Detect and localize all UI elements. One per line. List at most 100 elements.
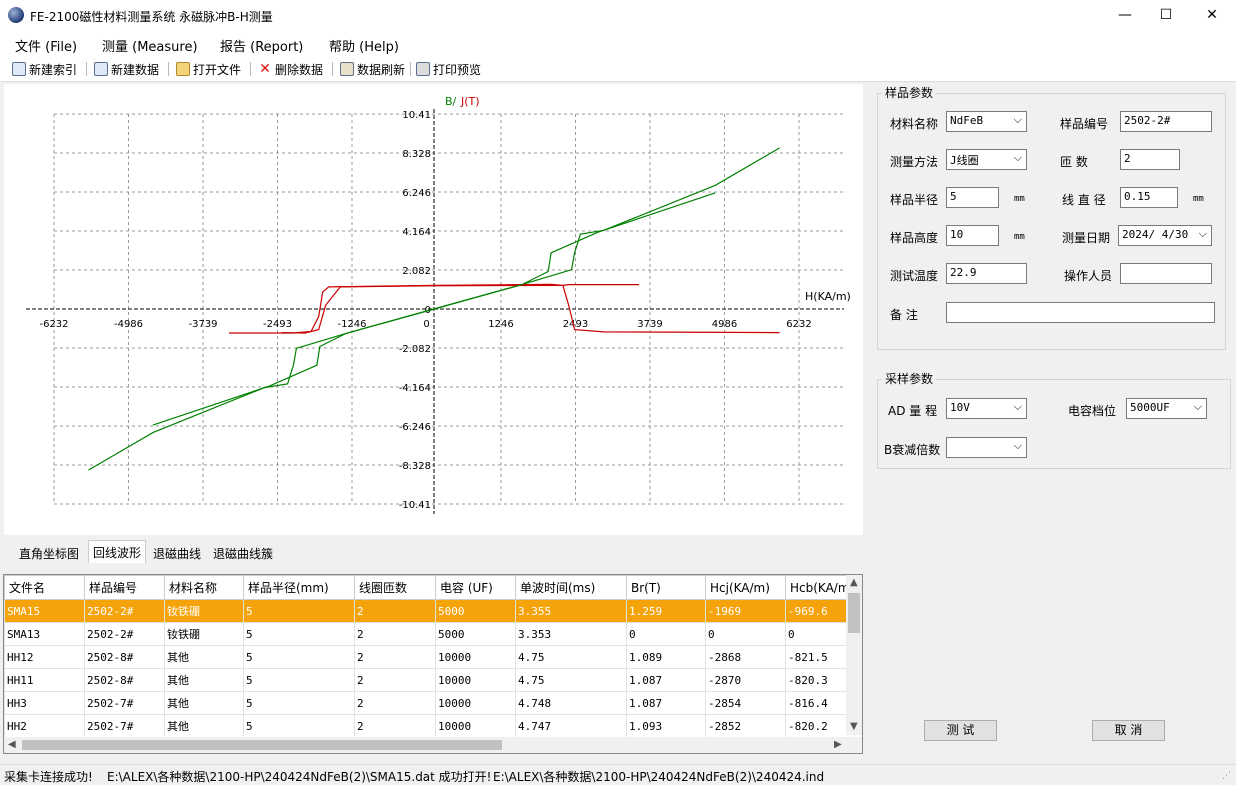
bh-loop-chart: -6232 -4986 -3739 -2493 -1246 0 1246 2493 3739 49… <box>4 84 863 535</box>
column-header[interactable]: 材料名称 <box>164 575 244 600</box>
table-row[interactable]: HH2 2502-7# 其他 5 2 10000 4.747 1.093 -2852 -820.2 <box>4 714 856 738</box>
turns-label: 匝 数 <box>1060 155 1088 169</box>
column-header[interactable]: Br(T) <box>626 575 706 600</box>
table-cell: 钕铁硼 <box>164 599 244 623</box>
menu-report[interactable]: 报告 (Report) <box>220 36 303 55</box>
scroll-up-icon[interactable]: ▲ <box>850 577 858 588</box>
status-bar: 采集卡连接成功! E:\ALEX\各种数据\2100-HP\240424NdFe… <box>0 764 1236 785</box>
refresh-data-button[interactable]: 数据刷新 <box>340 60 405 78</box>
method-select[interactable]: J线圈 ⌵ <box>946 149 1027 170</box>
measurement-table: 文件名 样品编号 材料名称 样品半径(mm) 线圈匝数 电容 (UF) 单波时间(ms) Br… <box>3 574 863 754</box>
column-header[interactable]: 电容 (UF) <box>435 575 516 600</box>
menu-measure[interactable]: 测量 (Measure) <box>102 36 198 55</box>
tab-cartesian[interactable]: 直角坐标图 <box>14 541 84 563</box>
tab-demag-curve[interactable]: 退磁曲线 <box>148 541 206 563</box>
remark-input[interactable] <box>946 302 1215 323</box>
vertical-scroll-thumb[interactable] <box>848 593 860 633</box>
test-button[interactable]: 测 试 <box>924 720 997 741</box>
table-row[interactable]: HH11 2502-8# 其他 5 2 10000 4.75 1.087 -2870 -820.3 <box>4 668 856 692</box>
table-cell: -2852 <box>705 714 786 738</box>
column-header[interactable]: 文件名 <box>4 575 85 600</box>
table-cell: HH12 <box>4 645 85 669</box>
height-input[interactable]: 10 <box>946 225 999 246</box>
column-header[interactable]: 样品编号 <box>84 575 165 600</box>
turns-input[interactable]: 2 <box>1120 149 1180 170</box>
table-cell: 10000 <box>435 668 516 692</box>
horizontal-scrollbar[interactable]: ◀ ▶ <box>4 737 862 753</box>
ad-range-select[interactable]: 10V ⌵ <box>946 398 1027 419</box>
x-tick-label: -6232 <box>39 319 68 330</box>
sample-no-input[interactable]: 2502-2# <box>1120 111 1212 132</box>
height-unit: mm <box>1014 232 1025 242</box>
radius-input[interactable]: 5 <box>946 187 999 208</box>
new-data-icon <box>94 62 108 76</box>
scroll-right-icon[interactable]: ▶ <box>834 739 842 750</box>
open-file-button[interactable]: 打开文件 <box>176 60 241 78</box>
table-cell: -2854 <box>705 691 786 715</box>
chevron-down-icon: ⌵ <box>1013 151 1022 164</box>
radius-unit: mm <box>1014 194 1025 204</box>
close-button[interactable]: ✕ <box>1189 0 1235 30</box>
delete-x-icon: ✕ <box>259 61 271 77</box>
horizontal-scroll-thumb[interactable] <box>22 740 502 750</box>
table-cell: 其他 <box>164 645 244 669</box>
table-cell: 10000 <box>435 691 516 715</box>
scroll-down-icon[interactable]: ▼ <box>850 721 858 732</box>
column-header[interactable]: 单波时间(ms) <box>515 575 627 600</box>
material-select[interactable]: NdFeB ⌵ <box>946 111 1027 132</box>
y-tick-label: 2.082 <box>402 266 431 277</box>
capacitor-select[interactable]: 5000UF ⌵ <box>1126 398 1207 419</box>
tab-demag-curve-family[interactable]: 退磁曲线簇 <box>208 541 278 563</box>
column-header[interactable]: Hcj(KA/m) <box>705 575 786 600</box>
print-preview-button[interactable]: 打印预览 <box>416 60 481 78</box>
sample-params-title: 样品参数 <box>882 84 937 101</box>
delete-data-button[interactable]: ✕ 删除数据 <box>258 60 323 78</box>
table-row[interactable]: SMA13 2502-2# 钕铁硼 5 2 5000 3.353 0 0 0 <box>4 622 856 646</box>
table-row[interactable]: HH3 2502-7# 其他 5 2 10000 4.748 1.087 -2854 -816.4 <box>4 691 856 715</box>
table-cell: SMA15 <box>4 599 85 623</box>
maximize-button[interactable]: ☐ <box>1143 0 1189 30</box>
resize-grip-icon[interactable]: ⋰ <box>1222 771 1231 781</box>
app-logo-icon <box>8 7 24 23</box>
table-cell: 4.747 <box>515 714 627 738</box>
menu-help[interactable]: 帮助 (Help) <box>329 36 399 55</box>
table-cell: 2502-8# <box>84 645 165 669</box>
y-tick-label: -2.082 <box>399 344 431 355</box>
data-table: 文件名 样品编号 材料名称 样品半径(mm) 线圈匝数 电容 (UF) 单波时间(ms) Br… <box>4 575 856 738</box>
table-cell: -1969 <box>705 599 786 623</box>
table-row[interactable]: SMA15 2502-2# 钕铁硼 5 2 5000 3.355 1.259 -1969 -969… <box>4 599 856 623</box>
table-cell: 5 <box>243 622 355 646</box>
new-data-label: 新建数据 <box>111 62 160 77</box>
wire-diameter-input[interactable]: 0.15 <box>1120 187 1178 208</box>
cancel-button[interactable]: 取 消 <box>1092 720 1165 741</box>
scroll-left-icon[interactable]: ◀ <box>8 739 16 750</box>
table-cell: 4.75 <box>515 645 627 669</box>
vertical-scrollbar[interactable]: ▲ ▼ <box>846 575 862 735</box>
toolbar: 新建索引 新建数据 打开文件 ✕ 删除数据 数据刷新 打印预览 <box>0 56 1236 82</box>
x-tick-label: 4986 <box>712 319 737 330</box>
new-index-button[interactable]: 新建索引 <box>12 60 77 78</box>
table-cell: 5 <box>243 645 355 669</box>
date-picker[interactable]: 2024/ 4/30 ⌵ <box>1118 225 1212 246</box>
menu-file[interactable]: 文件 (File) <box>15 36 77 55</box>
y-tick-label: -10.41 <box>399 500 431 511</box>
tab-hysteresis-loop[interactable]: 回线波形 <box>88 540 147 563</box>
column-header[interactable]: 线圈匝数 <box>354 575 436 600</box>
open-file-label: 打开文件 <box>193 62 242 77</box>
chevron-down-icon: ⌵ <box>1193 400 1202 413</box>
operator-input[interactable] <box>1120 263 1212 284</box>
column-header[interactable]: 样品半径(mm) <box>243 575 355 600</box>
column-header[interactable]: Hcb(KA/m) <box>784 575 856 600</box>
table-cell: 1.087 <box>626 668 706 692</box>
table-cell: 5 <box>243 714 355 738</box>
b-attenuation-select[interactable]: ⌵ <box>946 437 1027 458</box>
table-row[interactable]: HH12 2502-8# 其他 5 2 10000 4.75 1.089 -2868 -821.5 <box>4 645 856 669</box>
table-cell: HH3 <box>4 691 85 715</box>
minimize-button[interactable]: — <box>1102 0 1148 30</box>
y-tick-label: 4.164 <box>402 227 431 238</box>
new-data-button[interactable]: 新建数据 <box>94 60 159 78</box>
remark-label: 备 注 <box>890 308 918 322</box>
x-tick-label: 0 <box>423 319 429 330</box>
temperature-input[interactable]: 22.9 <box>946 263 1027 284</box>
table-cell: 2 <box>354 622 436 646</box>
